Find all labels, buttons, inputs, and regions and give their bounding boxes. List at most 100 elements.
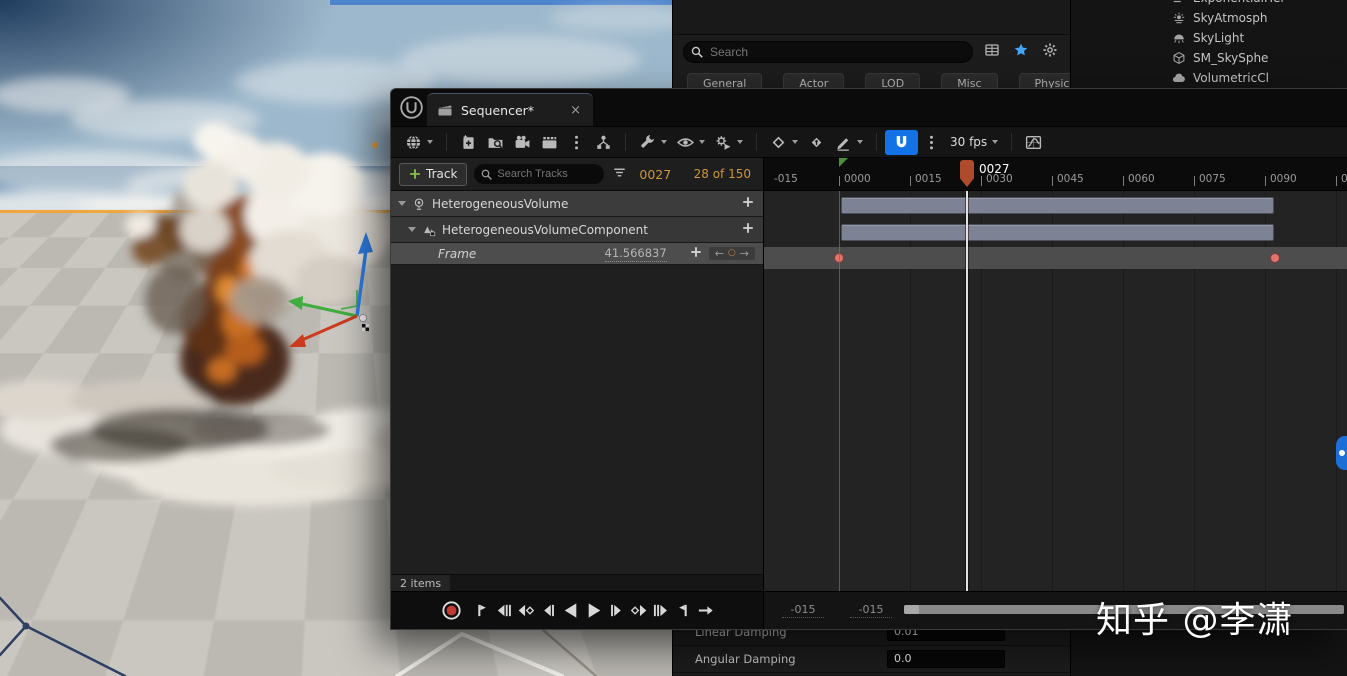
prev-key-button[interactable] (516, 601, 535, 620)
side-notification-badge[interactable] (1336, 436, 1347, 470)
playhead-marker[interactable] (960, 160, 974, 187)
view-options-button[interactable] (672, 131, 710, 154)
sequencer-tab[interactable]: Sequencer* × (427, 93, 593, 126)
outliner-item[interactable]: ExponentialHei (1071, 0, 1347, 8)
world-options-button[interactable] (400, 131, 438, 154)
tick-label: 0015 (915, 173, 942, 186)
range-start-marker[interactable] (839, 158, 848, 167)
frame-value-field[interactable]: 41.566837 (604, 246, 667, 262)
browse-asset-button[interactable] (482, 131, 509, 154)
property-track-label: Frame (438, 246, 477, 261)
property-row: Angular Damping 0.0 (673, 646, 1070, 673)
display-options-button[interactable] (982, 40, 1002, 64)
timeline-panel: -015 0000 0015 0030 0045 0060 0075 0090 0105 0027… (764, 158, 1347, 629)
tick-mark (910, 176, 911, 186)
outliner-item[interactable]: SkyLight (1071, 28, 1347, 48)
filter-count-label: 28 of 150 (693, 167, 751, 181)
ruler-tick: 0090 (1265, 174, 1297, 186)
collapse-caret-icon[interactable] (398, 201, 406, 206)
next-key-arrow-icon[interactable]: → (740, 248, 749, 259)
curve-editor-icon (1025, 134, 1042, 151)
tick-mark (981, 176, 982, 186)
track-filter-button[interactable] (611, 164, 628, 185)
magnet-icon (893, 134, 910, 151)
track-section[interactable] (841, 197, 1274, 214)
add-key-button[interactable] (689, 245, 703, 263)
record-button[interactable] (440, 599, 469, 622)
sequencer-settings-button[interactable] (634, 131, 672, 154)
search-icon (480, 168, 493, 181)
fps-dropdown-button[interactable]: 30 fps (945, 132, 1003, 152)
track-search (474, 164, 605, 184)
playhead-line[interactable] (966, 191, 968, 591)
outliner-item[interactable]: VolumetricCl (1071, 68, 1347, 88)
track-row-frame-property[interactable]: Frame 41.566837 ← ○ → (391, 243, 763, 265)
current-frame-field[interactable]: 0027 (639, 167, 671, 182)
sun-icon (1172, 11, 1186, 25)
tp-to-end-icon (675, 602, 692, 619)
render-options-button[interactable] (563, 131, 590, 154)
frame-track-row[interactable] (764, 247, 1347, 269)
details-search-input[interactable] (683, 40, 973, 63)
outliner-item-label: ExponentialHei (1193, 0, 1283, 5)
track-row-volume-component[interactable]: HeterogeneousVolumeComponent (391, 217, 763, 243)
details-settings-button[interactable] (1040, 40, 1060, 64)
tick-label: 0060 (1128, 173, 1155, 186)
property-value-field[interactable]: 0.0 (887, 650, 1005, 668)
next-key-button[interactable] (630, 601, 649, 620)
step-back-button[interactable] (538, 601, 557, 620)
outliner-item[interactable]: SM_SkySphe (1071, 48, 1347, 68)
render-movie-button[interactable] (536, 131, 563, 154)
keyframe-options-button[interactable] (765, 131, 803, 154)
outliner-item[interactable]: SkyAtmosph (1071, 8, 1347, 28)
ruler-tick: 0060 (1123, 174, 1155, 186)
close-tab-button[interactable]: × (568, 103, 583, 118)
play-reverse-button[interactable] (560, 600, 581, 621)
track-search-input[interactable] (474, 164, 605, 184)
to-end-button[interactable] (674, 601, 693, 620)
details-search (683, 40, 973, 63)
add-track-to-component-button[interactable] (741, 221, 755, 239)
auto-key-toggle-button[interactable] (803, 131, 830, 154)
timeline-ruler[interactable]: -015 0000 0015 0030 0045 0060 0075 0090 0105 0027 (764, 158, 1347, 191)
create-camera-button[interactable] (509, 131, 536, 154)
eye-icon (677, 134, 694, 151)
working-range-start-field[interactable]: -015 (850, 603, 892, 618)
timeline-canvas[interactable] (764, 191, 1347, 591)
track-section[interactable] (841, 224, 1274, 241)
tick-mark (1052, 176, 1053, 186)
more-v-icon (923, 134, 940, 151)
playhead-frame-label: 0027 (979, 162, 1010, 176)
play-button[interactable] (584, 600, 605, 621)
scrollbar-handle[interactable] (904, 605, 919, 614)
toolbar-separator (1011, 133, 1013, 151)
add-track-to-actor-button[interactable] (741, 195, 755, 213)
key-navigation[interactable]: ← ○ → (708, 247, 755, 260)
pivot-flag-icon (362, 324, 369, 331)
track-row-volume-actor[interactable]: HeterogeneousVolume (391, 191, 763, 217)
next-frame-button[interactable] (652, 601, 671, 620)
actor-sequence-button[interactable] (590, 131, 617, 154)
playback-options-button[interactable] (710, 131, 748, 154)
property-label: Angular Damping (695, 652, 796, 666)
add-key-circle-icon[interactable]: ○ (728, 249, 736, 258)
edit-options-button[interactable] (830, 131, 868, 154)
sequencer-titlebar[interactable]: Sequencer* × (391, 89, 1347, 126)
favorites-button[interactable] (1011, 40, 1031, 64)
snap-options-button[interactable] (918, 131, 945, 154)
save-asset-button[interactable] (455, 131, 482, 154)
tick-label: 0045 (1057, 173, 1084, 186)
add-track-button[interactable]: Track (399, 162, 468, 186)
to-front-button[interactable] (472, 601, 491, 620)
prev-key-arrow-icon[interactable]: ← (715, 248, 724, 259)
star-icon (1013, 42, 1029, 58)
loop-button[interactable] (696, 601, 715, 620)
tp-step-back-icon (539, 602, 556, 619)
prev-frame-button[interactable] (494, 601, 513, 620)
step-forward-button[interactable] (608, 601, 627, 620)
snap-toggle-button[interactable] (885, 129, 918, 155)
keyframe-dot[interactable] (1271, 254, 1279, 262)
view-range-start-field[interactable]: -015 (782, 603, 824, 618)
collapse-caret-icon[interactable] (408, 227, 416, 232)
curve-editor-toggle-button[interactable] (1020, 131, 1047, 154)
